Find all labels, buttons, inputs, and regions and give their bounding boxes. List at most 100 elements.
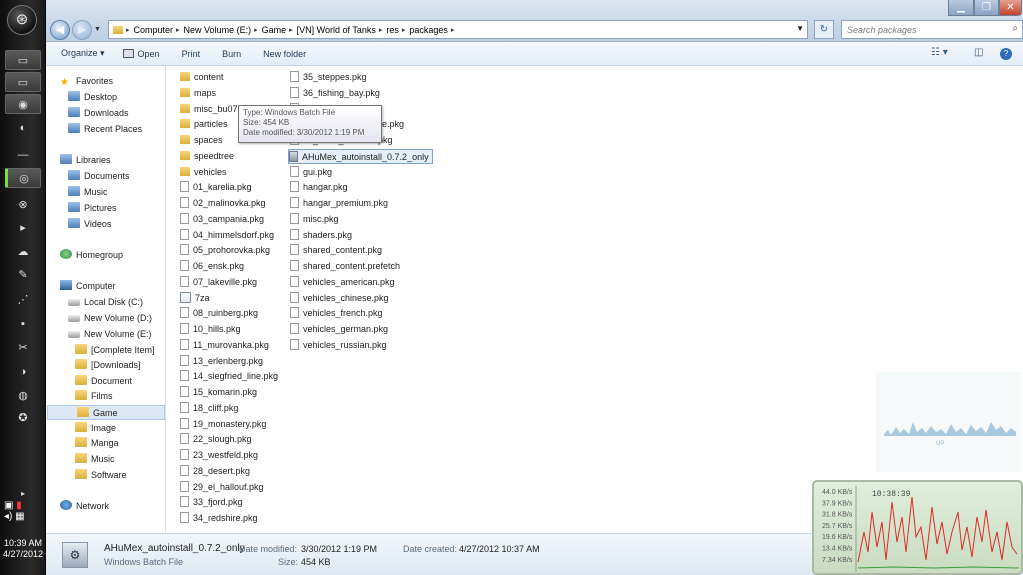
file-item[interactable]: maps — [180, 86, 216, 101]
file-item[interactable]: 04_himmelsdorf.pkg — [180, 228, 274, 243]
file-item[interactable]: hangar.pkg — [290, 180, 348, 195]
dock-app-icon[interactable]: — — [5, 145, 41, 165]
nav-item[interactable]: Computer — [46, 279, 116, 294]
minimize-button[interactable]: ▁ — [948, 0, 974, 16]
nav-item[interactable]: New Volume (E:) — [46, 327, 152, 342]
chevron-right-icon[interactable]: ▸ — [176, 26, 180, 34]
chevron-right-icon[interactable]: ▸ — [451, 26, 455, 34]
nav-item[interactable]: Music — [46, 185, 108, 200]
network-tray-icon[interactable]: ▦ — [15, 511, 24, 522]
breadcrumb-res[interactable]: res — [386, 25, 399, 35]
breadcrumb-computer[interactable]: Computer — [134, 25, 174, 35]
nav-item[interactable]: Recent Places — [46, 122, 142, 137]
file-item[interactable]: 35_steppes.pkg — [290, 70, 367, 85]
dock-app-icon[interactable]: ⊗ — [5, 195, 41, 215]
chevron-right-icon[interactable]: ▸ — [254, 26, 258, 34]
nav-item[interactable]: Pictures — [46, 201, 117, 216]
file-item[interactable]: 02_malinovka.pkg — [180, 196, 266, 211]
file-item[interactable]: spaces — [180, 133, 223, 148]
tray-app-icon[interactable]: ▮ — [16, 500, 22, 511]
file-item[interactable]: 7za — [180, 291, 210, 306]
dock-app-icon[interactable]: ◍ — [5, 386, 41, 406]
nav-item[interactable]: ★ Favorites — [46, 74, 113, 89]
dock-app-icon[interactable]: ▪ — [5, 314, 41, 334]
file-item[interactable]: 07_lakeville.pkg — [180, 275, 257, 290]
maximize-button[interactable]: ❐ — [974, 0, 999, 16]
preview-pane-icon[interactable]: ◫ — [974, 47, 983, 58]
dock-app-icon[interactable]: ⋰ — [5, 290, 41, 310]
dock-app-icon[interactable]: ✎ — [5, 265, 41, 285]
chevron-right-icon[interactable]: ▸ — [126, 26, 130, 34]
breadcrumb-drive[interactable]: New Volume (E:) — [184, 25, 252, 35]
start-orb-icon[interactable]: ⊛ — [7, 5, 37, 35]
file-item[interactable]: 10_hills.pkg — [180, 322, 241, 337]
dock-app-icon[interactable]: ☁ — [5, 242, 41, 262]
file-item[interactable]: misc_bu0711 — [180, 102, 247, 117]
breadcrumb-world-of-tanks[interactable]: [VN] World of Tanks — [297, 25, 376, 35]
dock-app-icon[interactable]: ◎ — [5, 168, 41, 188]
file-item[interactable]: 28_desert.pkg — [180, 464, 250, 479]
tray-app-icon[interactable]: ▣ — [4, 500, 13, 511]
file-item[interactable]: 36_fishing_bay.pkg — [290, 86, 380, 101]
nav-item[interactable]: Game — [47, 405, 165, 420]
nav-item[interactable]: [Complete Item] — [46, 343, 155, 358]
nav-item[interactable]: Manga — [46, 436, 119, 451]
nav-item[interactable]: Document — [46, 374, 132, 389]
dock-app-icon[interactable]: ◑ — [5, 362, 41, 382]
dock-app-icon[interactable]: ▸ — [5, 218, 41, 238]
file-item[interactable]: vehicles_german.pkg — [290, 322, 388, 337]
nav-item[interactable]: Libraries — [46, 153, 111, 168]
view-options-icon[interactable]: ☷ ▾ — [931, 47, 948, 58]
organize-button[interactable]: Organize ▾ — [61, 48, 105, 59]
nav-item[interactable]: Local Disk (C:) — [46, 295, 143, 310]
chevron-right-icon[interactable]: ▸ — [289, 26, 293, 34]
file-item[interactable]: shared_content.pkg — [290, 243, 382, 258]
file-item[interactable]: shaders.pkg — [290, 228, 352, 243]
dock-app-icon[interactable]: ◐ — [5, 118, 41, 138]
file-item[interactable]: 22_slough.pkg — [180, 432, 252, 447]
forward-button[interactable]: ▶ — [72, 20, 92, 40]
file-item[interactable]: shared_content.prefetch — [290, 259, 400, 274]
file-item[interactable]: 05_prohorovka.pkg — [180, 243, 270, 258]
address-dropdown-icon[interactable]: ▼ — [796, 24, 804, 33]
file-item[interactable]: vehicles_russian.pkg — [290, 338, 387, 353]
nav-item[interactable]: Music — [46, 452, 115, 467]
search-icon[interactable]: ⌕ — [1012, 23, 1018, 34]
chevron-right-icon[interactable]: ▸ — [379, 26, 383, 34]
new-folder-button[interactable]: New folder — [263, 49, 306, 59]
file-item[interactable]: 19_monastery.pkg — [180, 417, 266, 432]
nav-item[interactable]: New Volume (D:) — [46, 311, 152, 326]
nav-item[interactable]: Films — [46, 389, 113, 404]
nav-item[interactable]: Image — [46, 421, 116, 436]
file-item[interactable]: 08_ruinberg.pkg — [180, 306, 258, 321]
help-icon[interactable]: ? — [1000, 48, 1012, 60]
file-item[interactable]: 03_campania.pkg — [180, 212, 264, 227]
print-button[interactable]: Print — [182, 49, 201, 59]
nav-item[interactable]: Videos — [46, 217, 111, 232]
dock-app-icon[interactable]: ✪ — [5, 408, 41, 428]
file-item[interactable]: content — [180, 70, 224, 85]
file-item[interactable]: 11_murovanka.pkg — [180, 338, 269, 353]
chevron-right-icon[interactable]: ▸ — [402, 26, 406, 34]
file-item[interactable]: 18_cliff.pkg — [180, 401, 238, 416]
address-bar[interactable]: ▸ Computer ▸ New Volume (E:) ▸ Game ▸ [V… — [108, 20, 808, 39]
file-item[interactable]: vehicles_french.pkg — [290, 306, 383, 321]
file-item[interactable]: 15_komarin.pkg — [180, 385, 257, 400]
nav-item[interactable]: [Downloads] — [46, 358, 141, 373]
file-item[interactable]: particles — [180, 117, 228, 132]
file-item[interactable]: 33_fjord.pkg — [180, 495, 243, 510]
recent-pages-dropdown-icon[interactable]: ▼ — [94, 26, 101, 33]
file-item[interactable]: vehicles_chinese.pkg — [290, 291, 389, 306]
dock-app-icon[interactable]: ✂ — [5, 338, 41, 358]
file-item[interactable]: 34_redshire.pkg — [180, 511, 258, 526]
dock-app-icon[interactable]: ▭ — [5, 50, 41, 70]
refresh-button[interactable]: ↻ — [814, 20, 834, 39]
file-item[interactable]: vehicles_american.pkg — [290, 275, 395, 290]
file-item[interactable]: 29_el_hallouf.pkg — [180, 480, 264, 495]
breadcrumb-packages[interactable]: packages — [409, 25, 448, 35]
file-item[interactable]: 06_ensk.pkg — [180, 259, 244, 274]
nav-item[interactable]: Downloads — [46, 106, 129, 121]
breadcrumb-game[interactable]: Game — [262, 25, 287, 35]
file-item[interactable]: 23_westfeld.pkg — [180, 448, 258, 463]
file-item[interactable]: vehicles — [180, 165, 227, 180]
